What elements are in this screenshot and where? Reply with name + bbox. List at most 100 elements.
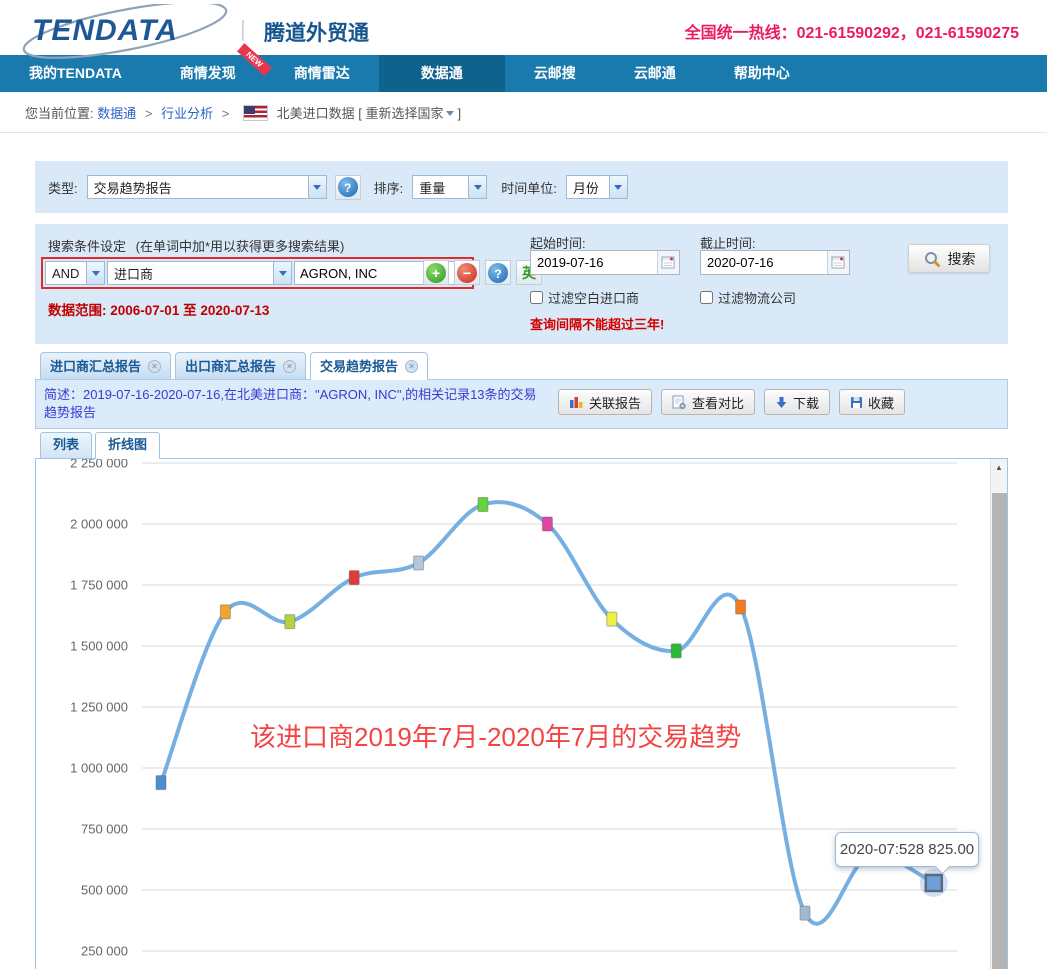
y-axis-tick-label: 1 500 000 — [70, 639, 128, 654]
breadcrumb-link-datatong[interactable]: 数据通 — [97, 106, 136, 121]
data-point-marker — [349, 571, 359, 585]
scrollbar-thumb[interactable] — [992, 493, 1007, 969]
sort-select[interactable]: 重量 — [412, 175, 487, 199]
view-tab-折线图[interactable]: 折线图 — [95, 432, 160, 459]
chart-scrollbar[interactable] — [990, 459, 1007, 969]
下载-button[interactable]: 下载 — [764, 389, 830, 415]
search-button[interactable]: 搜索 — [908, 244, 990, 273]
close-icon[interactable] — [405, 360, 418, 373]
minus-icon — [457, 263, 477, 283]
help-icon — [488, 263, 508, 283]
nav-item-商情雷达[interactable]: 商情雷达 — [265, 55, 379, 92]
nav-item-label: 商情发现 — [180, 65, 236, 81]
search-conditions-title: 搜索条件设定 (在单词中加*用以获得更多搜索结果) — [48, 236, 344, 255]
nav-item-label: 云邮通 — [634, 65, 676, 81]
bool-operator-select[interactable]: AND — [45, 261, 105, 285]
condition-help-button[interactable] — [485, 260, 511, 285]
content-wrapper: 类型: 交易趋势报告 排序: 重量 时间单位: 月份 搜索条件设定 (在单词中加… — [35, 161, 1008, 969]
end-date-input[interactable] — [701, 255, 827, 270]
filter-blank-importer-label: 过滤空白进口商 — [548, 288, 639, 307]
data-point-marker — [671, 644, 681, 658]
search-title-text: 搜索条件设定 — [48, 239, 126, 254]
nav-item-label: 商情雷达 — [294, 65, 350, 81]
data-point-marker — [478, 497, 488, 511]
action-button-label: 下载 — [793, 393, 819, 412]
breadcrumb: 您当前位置: 数据通 > 行业分析 > 北美进口数据 [ 重新选择国家] — [0, 92, 1047, 133]
y-axis-tick-label: 1 250 000 — [70, 700, 128, 715]
start-date-field — [530, 250, 680, 275]
start-date-input[interactable] — [531, 255, 657, 270]
data-point-marker — [542, 517, 552, 531]
nav-item-商情发现[interactable]: 商情发现NEW — [151, 55, 265, 92]
time-unit-select[interactable]: 月份 — [566, 175, 628, 199]
end-date-field — [700, 250, 850, 275]
chevron-down-icon — [273, 262, 291, 284]
nav-item-label: 我的TENDATA — [29, 65, 122, 81]
type-help-button[interactable] — [335, 175, 361, 200]
close-icon[interactable] — [283, 360, 296, 373]
breadcrumb-prefix: 您当前位置: — [25, 106, 94, 121]
logo[interactable]: TENDATA | 腾道外贸通 — [22, 6, 452, 52]
breadcrumb-link-industry[interactable]: 行业分析 — [161, 106, 213, 121]
calendar-icon[interactable] — [657, 251, 679, 274]
filter-logistics-option[interactable]: 过滤物流公司 — [700, 288, 796, 307]
y-axis-tick-label: 250 000 — [81, 944, 128, 959]
action-buttons: 关联报告 查看对比 下载 收藏 — [558, 386, 905, 424]
calendar-icon[interactable] — [827, 251, 849, 274]
scroll-up-icon[interactable] — [991, 459, 1007, 477]
nav-item-帮助中心[interactable]: 帮助中心 — [705, 55, 819, 92]
search-hint-text: (在单词中加*用以获得更多搜索结果) — [136, 239, 345, 254]
nav-item-数据通[interactable]: 数据通 — [379, 55, 505, 92]
report-tab-label: 出口商汇总报告 — [185, 354, 276, 379]
nav-item-label: 数据通 — [421, 65, 463, 81]
report-tab-出口商汇总报告[interactable]: 出口商汇总报告 — [175, 352, 306, 379]
logo-text: TENDATA — [32, 14, 178, 48]
remove-condition-button[interactable] — [454, 260, 480, 285]
y-axis-tick-label: 750 000 — [81, 822, 128, 837]
time-unit-label: 时间单位: — [501, 178, 557, 197]
filter-logistics-label: 过滤物流公司 — [718, 288, 796, 307]
hotline-text: 全国统一热线：021-61590292，021-61590275 — [685, 19, 1019, 43]
report-tab-label: 交易趋势报告 — [320, 354, 398, 379]
report-tab-交易趋势报告[interactable]: 交易趋势报告 — [310, 352, 428, 380]
data-point-marker — [156, 776, 166, 790]
logo-separator: | — [240, 16, 246, 42]
nav-item-云邮搜[interactable]: 云邮搜 — [505, 55, 605, 92]
download-arrow-icon — [775, 396, 788, 409]
nav-item-我的TENDATA[interactable]: 我的TENDATA — [0, 55, 151, 92]
add-condition-button[interactable] — [423, 260, 449, 285]
chart-tooltip: 2020-07:528 825.00 — [835, 832, 979, 867]
filter-logistics-checkbox[interactable] — [700, 291, 713, 304]
close-icon[interactable] — [148, 360, 161, 373]
tooltip-text: 2020-07:528 825.00 — [840, 841, 974, 858]
breadcrumb-current: 北美进口数据 — [277, 106, 355, 121]
report-tab-进口商汇总报告[interactable]: 进口商汇总报告 — [40, 352, 171, 379]
y-axis-tick-label: 500 000 — [81, 883, 128, 898]
chevron-down-icon — [86, 262, 104, 284]
main-nav: 我的TENDATA 商情发现NEW 商情雷达 数据通 云邮搜 云邮通 帮助中心 — [0, 55, 1047, 92]
查看对比-button[interactable]: 查看对比 — [661, 389, 755, 415]
filter-blank-importer-option[interactable]: 过滤空白进口商 — [530, 288, 639, 307]
search-condition-row: AND 进口商 — [41, 257, 474, 289]
关联报告-button[interactable]: 关联报告 — [558, 389, 652, 415]
view-tab-列表[interactable]: 列表 — [40, 432, 92, 458]
summary-text: 2019-07-16-2020-07-16,在北美进口商："AGRON, INC… — [44, 387, 537, 420]
trend-line — [161, 502, 934, 924]
time-unit-select-value: 月份 — [567, 178, 609, 197]
type-select[interactable]: 交易趋势报告 — [87, 175, 327, 199]
interval-warning: 查询间隔不能超过三年! — [530, 314, 664, 333]
chevron-down-icon — [308, 176, 326, 198]
sort-label: 排序: — [374, 178, 404, 197]
收藏-button[interactable]: 收藏 — [839, 389, 905, 415]
filter-blank-importer-checkbox[interactable] — [530, 291, 543, 304]
data-range-label: 数据范围: — [48, 303, 107, 318]
action-button-label: 关联报告 — [589, 393, 641, 412]
nav-item-云邮通[interactable]: 云邮通 — [605, 55, 705, 92]
search-panel: 搜索条件设定 (在单词中加*用以获得更多搜索结果) AND 进口商 英 数据范围… — [35, 224, 1008, 344]
reselect-country[interactable]: [ 重新选择国家] — [358, 106, 461, 121]
data-range: 数据范围: 2006-07-01 至 2020-07-13 — [48, 299, 269, 319]
search-field-select[interactable]: 进口商 — [107, 261, 292, 285]
save-disk-icon — [850, 396, 863, 409]
magnifier-icon — [923, 250, 941, 268]
search-field-value: 进口商 — [108, 264, 273, 283]
